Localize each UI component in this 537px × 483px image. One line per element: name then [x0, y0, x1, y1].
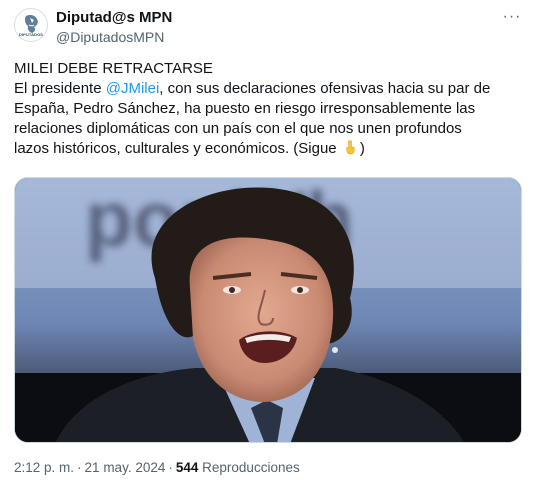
tweet-line-4: relaciones diplomáticas con un país con … [14, 120, 462, 137]
tweet-date[interactable]: 21 may. 2024 [85, 460, 166, 475]
mention-link[interactable]: @JMilei [106, 80, 160, 97]
tweet-line-5: lazos históricos, culturales y económico… [14, 139, 526, 159]
author-display-name[interactable]: Diputad@s MPN [56, 9, 172, 26]
avatar-text: DIPUTADOS [18, 32, 44, 37]
tweet-media-photo[interactable]: por Wh [14, 177, 522, 443]
author-handle[interactable]: @DiputadosMPN [56, 29, 164, 45]
tweet-line-3: España, Pedro Sánchez, ha puesto en ries… [14, 100, 476, 117]
tweet-line-2-prefix: El presidente [14, 80, 106, 97]
views-count: 544 [175, 460, 199, 475]
views-label: Reproducciones [202, 460, 300, 475]
more-horizontal-icon: ··· [502, 8, 522, 25]
tweet-text: MILEI DEBE RETRACTARSE El presidente @JM… [14, 59, 526, 159]
tweet-meta: 2:12 p. m. · 21 may. 2024 · 544 Reproduccion… [14, 460, 300, 475]
tweet-line-5-suffix: ) [359, 140, 365, 157]
photo-of-man-speaking: por Wh [15, 178, 521, 442]
mpn-logo-icon [24, 15, 38, 33]
tweet-line-5-prefix: lazos históricos, culturales y económico… [14, 140, 341, 157]
tweet-line-2: El presidente @JMilei, con sus declaraci… [14, 79, 526, 99]
avatar[interactable]: DIPUTADOS [14, 8, 48, 42]
tweet-line-1: MILEI DEBE RETRACTARSE [14, 60, 213, 77]
tweet-time[interactable]: 2:12 p. m. [14, 460, 74, 475]
tweet-card: DIPUTADOS Diputad@s MPN @DiputadosMPN ··… [0, 0, 537, 483]
meta-separator: · [77, 460, 82, 475]
more-options-button[interactable]: ··· [501, 8, 523, 26]
tweet-line-2-suffix: , con sus declaraciones ofensivas hacia … [159, 80, 491, 97]
pointing-down-emoji [346, 140, 355, 155]
meta-separator: · [168, 460, 173, 475]
